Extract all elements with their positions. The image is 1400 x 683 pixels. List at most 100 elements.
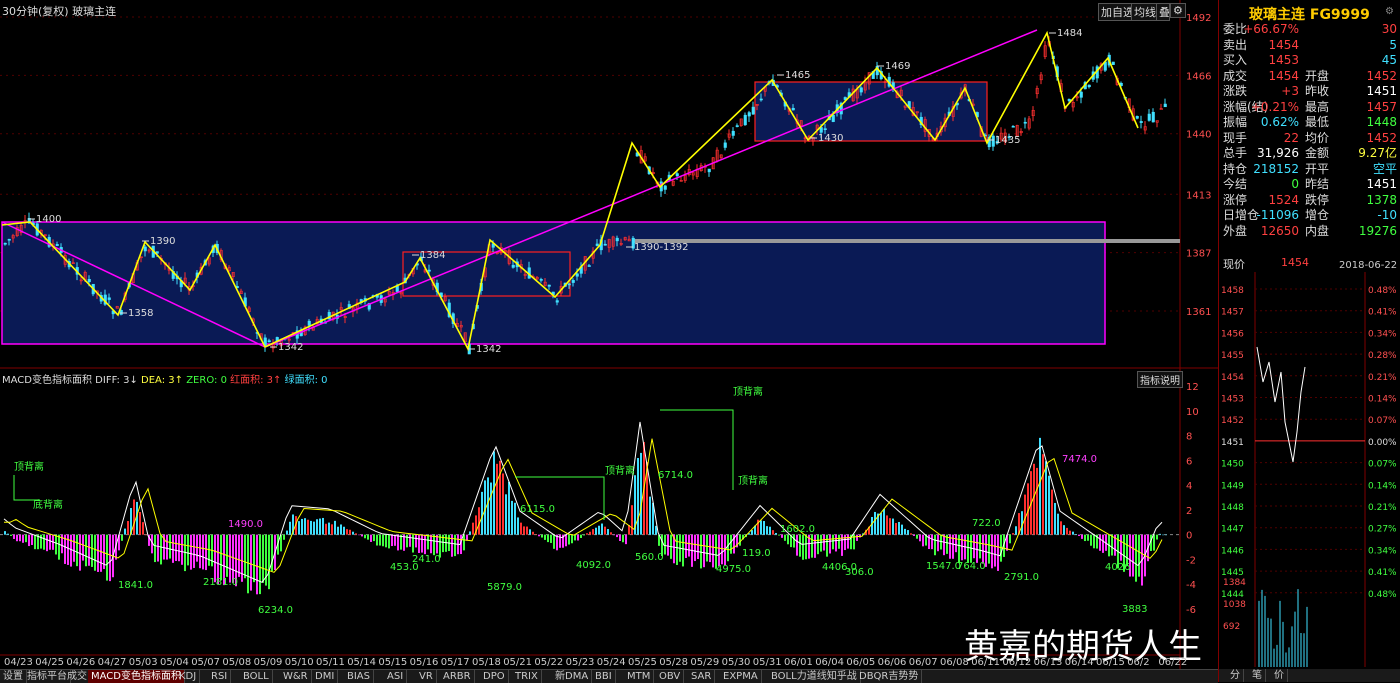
date-tick-label: 06/14	[1064, 657, 1094, 668]
mini-pct-label: 0.41%	[1368, 568, 1397, 578]
indicator-tab[interactable]: DMI	[312, 670, 339, 683]
mini-price-label: 1446	[1221, 546, 1244, 556]
candle-body	[859, 87, 863, 93]
candle-body	[731, 130, 735, 136]
macd-bar	[703, 534, 705, 568]
quote-title: 玻璃主连 FG9999	[1249, 4, 1370, 24]
kline-chart-area[interactable]: 1492 1466 1440 1413 1387 1361 1400 1390 1358 1342…	[0, 0, 1218, 683]
macd-bar	[553, 534, 555, 549]
macd-bar	[526, 526, 528, 535]
macd-bar	[1132, 534, 1134, 577]
macd-bar	[310, 520, 312, 535]
ma-button[interactable]: 均线	[1131, 3, 1159, 21]
overlay-button[interactable]: 叠加	[1156, 3, 1170, 21]
macd-bar	[610, 532, 612, 535]
indicator-tab[interactable]: ASI	[384, 670, 408, 683]
macd-bar	[685, 534, 687, 558]
indicator-tab[interactable]: BOLL	[240, 670, 273, 683]
indicator-tab[interactable]: BIAS	[344, 670, 374, 683]
candle-body	[1147, 113, 1151, 121]
settings-icon[interactable]: ⚙	[1170, 3, 1186, 18]
indicator-tab[interactable]: MTM	[624, 670, 655, 683]
quote-label: 昨收	[1305, 84, 1330, 98]
indicator-tab[interactable]: SAR	[688, 670, 716, 683]
indicator-tab[interactable]: W&R	[280, 670, 312, 683]
indicator-tab[interactable]: BOLL力道线知乎战	[768, 670, 861, 683]
macd-bar	[580, 534, 582, 538]
macd-bar	[589, 531, 591, 535]
macd-bar	[49, 534, 51, 550]
macd-bar	[97, 534, 99, 572]
macd-bar	[46, 534, 48, 552]
indicator-tab[interactable]: TRIX	[512, 670, 542, 683]
indicator-tab[interactable]: 新DMA	[552, 670, 593, 683]
candle-body	[723, 142, 727, 148]
mini-chart-tab[interactable]: 价	[1271, 669, 1288, 682]
date-tick-label: 06/15	[1096, 657, 1125, 668]
macd-bar	[919, 534, 921, 542]
mini-pct-label: 0.21%	[1368, 503, 1397, 513]
macd-bar	[730, 534, 732, 554]
indicator-tab[interactable]: 设置	[0, 670, 27, 683]
indicator-tab[interactable]: BBI	[592, 670, 616, 683]
candle-body	[707, 168, 711, 173]
macd-bar	[94, 534, 96, 571]
indicator-tab[interactable]: RSI	[208, 670, 232, 683]
macd-annotation: 560.0	[635, 552, 664, 563]
macd-bar	[502, 473, 504, 535]
settings-icon[interactable]: ⚙	[1385, 6, 1394, 17]
macd-bar	[604, 526, 606, 535]
macd-bar	[664, 534, 666, 555]
quote-value: 1452	[1366, 130, 1397, 145]
date-tick-label: 06/13	[1033, 657, 1063, 668]
date-tick-label: 05/24	[596, 657, 626, 668]
indicator-tab[interactable]: DPO	[480, 670, 509, 683]
macd-bar	[520, 522, 522, 535]
price-annotation: 1465	[785, 70, 810, 81]
macd-bar	[706, 534, 708, 562]
mini-price-line	[1256, 346, 1306, 463]
macd-bar	[973, 534, 975, 559]
indicator-tab[interactable]: ARBR	[440, 670, 475, 683]
macd-bar	[766, 526, 768, 535]
quote-value: -10	[1377, 208, 1397, 222]
quote-row: 现手 22 均价 1452	[1221, 131, 1399, 146]
candle-body	[615, 237, 619, 242]
mini-volume-label: 1038	[1223, 600, 1246, 610]
indicator-tab[interactable]: EXPMA	[720, 670, 762, 683]
indicator-tab[interactable]: DBQR吉势势	[856, 670, 923, 683]
indicator-tab[interactable]: KDJ	[176, 670, 201, 683]
quote-value: +66.67%	[1243, 22, 1299, 36]
price-axis-label: 1361	[1186, 307, 1211, 318]
indicator-tab[interactable]: MACD变色指标面积	[88, 670, 185, 683]
macd-bar	[286, 530, 288, 535]
mini-chart-tab[interactable]: 笔	[1249, 669, 1266, 682]
macd-bar	[820, 534, 822, 552]
quote-value: 5	[1389, 37, 1397, 52]
macd-annotation: 5879.0	[487, 582, 522, 593]
macd-annotation: 顶背离	[738, 474, 768, 487]
quote-value: 1454	[1268, 68, 1299, 83]
indicator-tab[interactable]: VR	[416, 670, 437, 683]
macd-annotation: 1490.0	[228, 519, 263, 530]
price-annotation: 1390-1392	[634, 242, 689, 253]
macd-bar	[1138, 534, 1140, 577]
quote-row: 涨停 1524 跌停 1378	[1221, 193, 1399, 208]
macd-bar	[874, 511, 876, 535]
indicator-explain-button[interactable]: 指标说明	[1137, 371, 1183, 388]
macd-bar	[181, 534, 183, 565]
macd-bar	[532, 531, 534, 535]
macd-bar	[1057, 513, 1059, 535]
candle-body	[1079, 91, 1083, 98]
date-tick-label: 05/23	[565, 657, 595, 668]
macd-annotation: 764.0	[957, 561, 986, 572]
mini-chart-tab[interactable]: 分	[1227, 669, 1244, 682]
macd-bar	[220, 534, 222, 581]
quote-row: 日增仓 -11096 增仓 -10	[1221, 208, 1399, 223]
macd-bar	[463, 534, 465, 551]
indicator-tab[interactable]: OBV	[656, 670, 685, 683]
macd-bar	[1120, 534, 1122, 561]
macd-bar	[43, 534, 45, 550]
indicator-tab[interactable]: 成交	[64, 670, 91, 683]
price-axis-label: 1492	[1186, 13, 1211, 24]
